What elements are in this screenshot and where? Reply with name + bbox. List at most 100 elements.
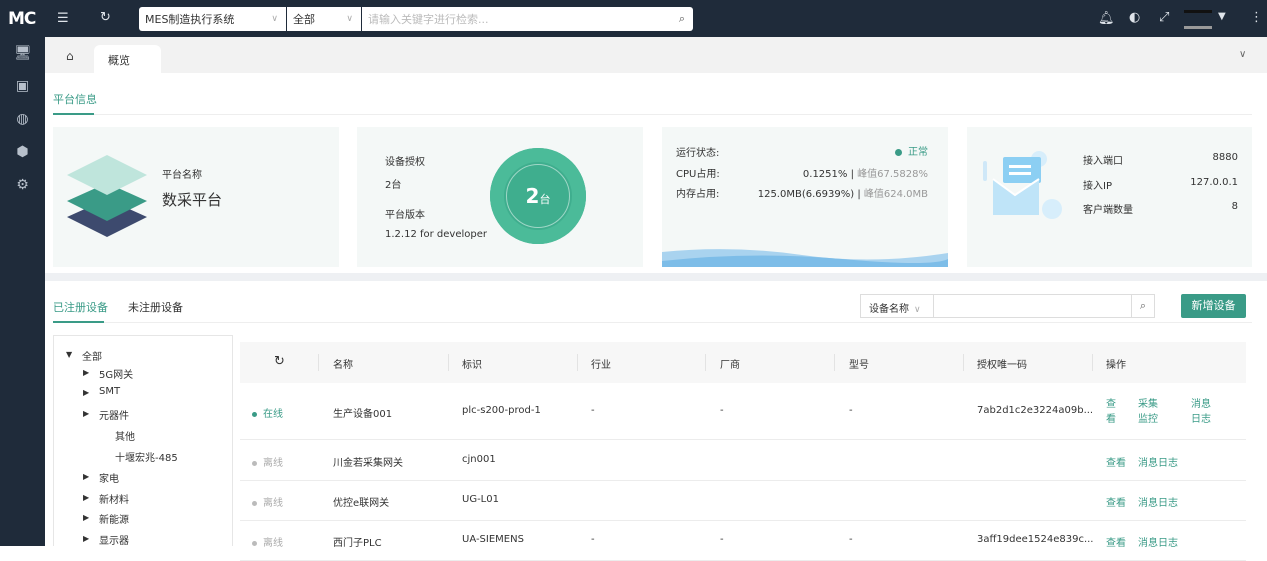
scope-select[interactable]: 全部 ∨ (287, 7, 361, 31)
home-icon[interactable]: ⌂ (66, 49, 74, 63)
chevron-down-icon: ∨ (271, 14, 278, 24)
monitor-icon[interactable]: 🖥︎ (14, 45, 32, 61)
tree-item[interactable]: 十堰宏兆-485 (115, 449, 178, 464)
globe-icon[interactable]: ◍ (14, 111, 31, 127)
cell-id: UA-SIEMENS (462, 534, 524, 545)
caret-right-icon[interactable]: ▶ (83, 513, 89, 522)
col-actions: 操作 (1106, 360, 1126, 371)
search-button[interactable]: ⌕ (1131, 294, 1155, 318)
tree-item[interactable]: 家电 (99, 470, 119, 485)
user-name-bar[interactable] (1184, 26, 1212, 29)
table-header: ↻ 名称 标识 行业 厂商 型号 授权唯一码 操作 (240, 342, 1246, 383)
version-label: 平台版本 (385, 210, 425, 221)
license-gauge: 2台 (490, 148, 586, 244)
chevron-down-icon: ∨ (914, 305, 921, 315)
mem-value: 125.0MB(6.6939%) | 峰值624.0MB (758, 185, 928, 200)
table-row: 离线 西门子PLC UA-SIEMENS - - - 3aff19dee1524e839c.… (240, 521, 1246, 561)
caret-right-icon[interactable]: ▶ (83, 534, 89, 543)
category-tree: ▼ 全部 ▶ 5G网关 ▶ SMT ▶ 元器件其他十堰宏兆-485 ▶ 家电 ▶ 新材料 ▶ 新能源 ▶ 显示… (53, 335, 233, 547)
tab-underline (53, 113, 94, 115)
tree-item[interactable]: 新材料 (99, 491, 129, 506)
chevron-down-icon: ∨ (346, 14, 353, 24)
tree-item[interactable]: 新能源 (99, 511, 129, 526)
tab-unregistered[interactable]: 未注册设备 (128, 299, 183, 315)
license-value: 2台 (385, 180, 402, 191)
caret-right-icon[interactable]: ▶ (83, 388, 89, 397)
gauge-number: 2 (525, 184, 540, 208)
user-avatar[interactable] (1184, 10, 1212, 13)
platform-name-label: 平台名称 (162, 170, 202, 181)
cell-code: 3aff19dee1524e839c... (977, 534, 1094, 545)
tab-overview[interactable]: 概览 (94, 45, 161, 73)
fullscreen-icon[interactable]: ⤢ (1159, 10, 1169, 25)
tree-item[interactable]: 其他 (115, 428, 135, 443)
cell-model: - (849, 534, 853, 545)
envelope-illustration (983, 151, 1062, 219)
cell-model: - (849, 405, 853, 416)
tree-item[interactable]: 5G网关 (99, 366, 133, 381)
caret-right-icon[interactable]: ▶ (83, 409, 89, 418)
platform-name-value: 数采平台 (162, 191, 223, 209)
search-icon[interactable]: ⌕ (679, 12, 685, 26)
status-text: 离线 (263, 538, 283, 549)
more-vertical-icon[interactable]: ⋮ (1250, 10, 1263, 25)
palette-icon[interactable]: ◐ (1129, 10, 1140, 25)
action-link[interactable]: 采集监控 (1138, 397, 1166, 427)
chevron-down-icon[interactable]: ∨ (1239, 49, 1246, 60)
tree-item[interactable]: SMT (99, 386, 120, 397)
action-link[interactable]: 消息日志 (1138, 494, 1178, 509)
app-logo: MC (8, 9, 36, 29)
bell-icon[interactable]: 🔔︎ (1098, 11, 1115, 26)
tree-item[interactable]: 显示器 (99, 532, 129, 547)
action-link[interactable]: 消息日志 (1138, 534, 1178, 549)
separator: | (854, 189, 864, 200)
caret-down-icon[interactable]: ▼ (1218, 11, 1226, 22)
connection-card: 接入端口 8880 接入IP 127.0.0.1 客户端数量 8 (967, 127, 1252, 267)
tree-item[interactable]: 元器件 (99, 407, 129, 422)
filter-field-select[interactable]: 设备名称 ∨ (860, 294, 934, 318)
toolbox-icon[interactable]: ▣ (14, 78, 31, 94)
cpu-value: 0.1251% | 峰值67.5828% (803, 165, 928, 180)
api-icon[interactable]: ⬢ (14, 144, 31, 160)
cell-name: 优控e联网关 (333, 498, 390, 509)
caret-down-icon[interactable]: ▼ (66, 350, 72, 359)
refresh-icon[interactable]: ↻ (100, 10, 111, 25)
status-value: 正常 (895, 143, 928, 158)
table-row: 离线 优控e联网关 UG-L01 查看 消息日志 (240, 481, 1246, 521)
table-row: 离线 川金若采集网关 cjn001 查看 消息日志 (240, 440, 1246, 481)
sidebar: 🖥︎ ▣ ◍ ⬢ ⚙ (0, 37, 45, 546)
status-dot (895, 148, 902, 156)
action-link[interactable]: 查看 (1106, 454, 1126, 469)
system-select[interactable]: MES制造执行系统 ∨ (139, 7, 286, 31)
cell-code: 7ab2d1c2e3224a09b... (977, 405, 1094, 416)
caret-right-icon[interactable]: ▶ (83, 472, 89, 481)
tab-registered[interactable]: 已注册设备 (53, 299, 108, 315)
caret-right-icon[interactable]: ▶ (83, 493, 89, 502)
status-text: 离线 (263, 498, 283, 509)
cell-name: 西门子PLC (333, 538, 382, 549)
action-link[interactable]: 消息日志 (1191, 397, 1219, 427)
separator: | (847, 169, 858, 180)
cell-vendor: - (720, 534, 724, 545)
cell-vendor: - (720, 405, 724, 416)
menu-collapse-icon[interactable]: ☰ (57, 11, 69, 26)
gear-icon[interactable]: ⚙ (14, 177, 31, 193)
section-title-platform[interactable]: 平台信息 (53, 91, 97, 107)
ip-label: 接入IP (1083, 181, 1112, 192)
add-device-button[interactable]: 新增设备 (1181, 294, 1246, 318)
mem-label: 内存占用: (676, 189, 720, 200)
device-search-input[interactable] (933, 294, 1132, 318)
status-dot (252, 500, 257, 506)
action-link[interactable]: 查看 (1106, 534, 1126, 549)
refresh-icon[interactable]: ↻ (274, 354, 285, 369)
divider (104, 322, 1252, 323)
col-industry: 行业 (591, 360, 611, 371)
tab-bar: ⌂ 概览 ∨ (45, 37, 1267, 73)
tree-item[interactable]: 全部 (82, 348, 102, 363)
action-link[interactable]: 查看 (1106, 494, 1126, 509)
caret-right-icon[interactable]: ▶ (83, 368, 89, 377)
global-search-input[interactable]: 请输入关键字进行检索... ⌕ (362, 7, 693, 31)
action-link[interactable]: 消息日志 (1138, 454, 1178, 469)
action-link[interactable]: 查看 (1106, 397, 1120, 427)
search-placeholder: 请输入关键字进行检索... (368, 13, 489, 26)
